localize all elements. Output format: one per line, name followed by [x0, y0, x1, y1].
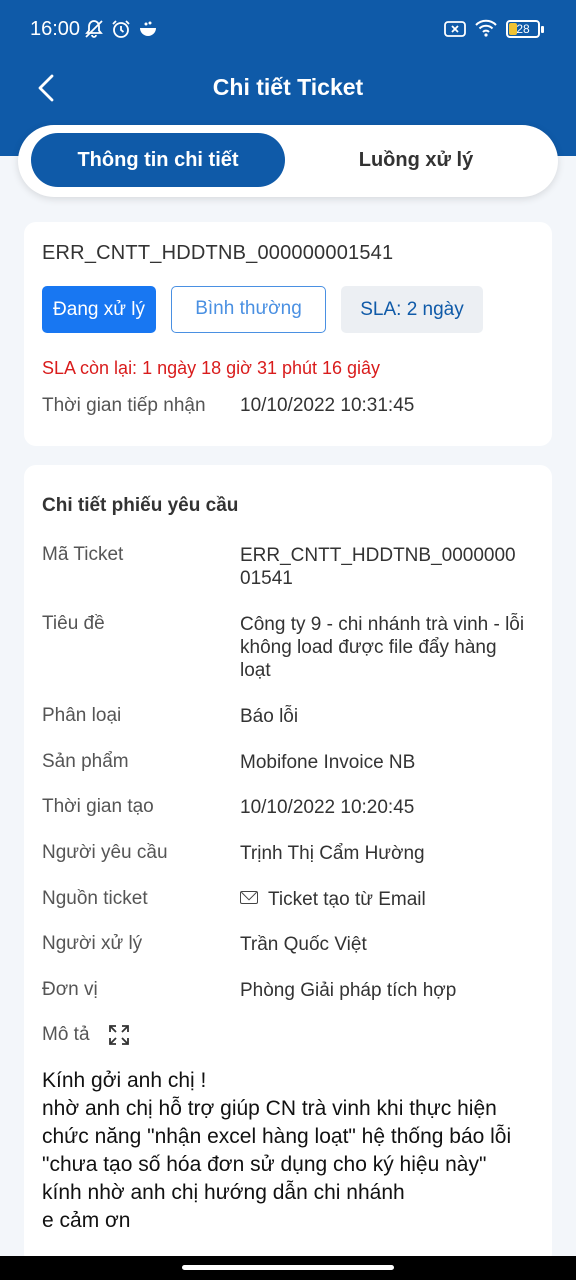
expand-icon[interactable]: [108, 1024, 130, 1046]
detail-label-product: Sản phẩm: [42, 751, 129, 772]
tab-bar: Thông tin chi tiết Luồng xử lý: [18, 125, 558, 197]
detail-value-created-time: 10/10/2022 10:20:45: [240, 797, 415, 818]
received-time-value: 10/10/2022 10:31:45: [240, 395, 415, 416]
received-time-label: Thời gian tiếp nhận: [42, 395, 206, 416]
wifi-icon: [475, 19, 497, 37]
page-title: Chi tiết Ticket: [212, 74, 364, 100]
detail-label-requester: Người yêu cầu: [42, 842, 168, 863]
sim-card-x-icon: [444, 21, 466, 37]
detail-value-source: Ticket tạo từ Email: [240, 888, 540, 911]
status-time: 16:00: [30, 18, 81, 40]
detail-value-ticket-code: ERR_CNTT_HDDTNB_0000000 01541: [240, 545, 516, 589]
detail-label-subject: Tiêu đề: [42, 613, 105, 634]
detail-value-category: Báo lỗi: [240, 706, 299, 727]
battery-icon: 28: [506, 20, 544, 38]
priority-badge: Bình thường: [171, 286, 326, 333]
detail-value-requester: Trịnh Thị Cẩm Hường: [240, 843, 425, 864]
detail-label-category: Phân loại: [42, 705, 122, 726]
mail-icon: [240, 891, 258, 905]
home-indicator[interactable]: [182, 1265, 394, 1270]
detail-label-created-time: Thời gian tạo: [42, 796, 154, 817]
app-notification-icon: [140, 21, 156, 36]
status-bar: 16:00 28: [0, 0, 576, 58]
ticket-details-card: Chi tiết phiếu yêu cầu Mã Ticket ERR_CNT…: [24, 465, 552, 1265]
detail-value-subject: Công ty 9 - chi nhánh trà vinh - lỗi khô…: [240, 614, 525, 681]
ticket-summary-card: ERR_CNTT_HDDTNB_000000001541 Đang xử lý …: [24, 222, 552, 446]
section-title: Chi tiết phiếu yêu cầu: [42, 495, 239, 516]
bell-off-icon: [85, 20, 103, 38]
battery-level: 28: [516, 22, 530, 36]
ticket-id: ERR_CNTT_HDDTNB_000000001541: [42, 242, 394, 264]
detail-value-handler: Trần Quốc Việt: [240, 934, 367, 955]
sla-remaining: SLA còn lại: 1 ngày 18 giờ 31 phút 16 gi…: [42, 358, 381, 378]
detail-value-department: Phòng Giải pháp tích hợp: [240, 980, 457, 1001]
source-text: Ticket tạo từ Email: [268, 889, 426, 910]
tab-process-flow[interactable]: Luồng xử lý: [289, 133, 543, 187]
sla-badge: SLA: 2 ngày: [341, 286, 483, 333]
alarm-icon: [112, 20, 130, 38]
detail-label-ticket-code: Mã Ticket: [42, 544, 124, 565]
tab-detail-info[interactable]: Thông tin chi tiết: [31, 133, 285, 187]
description-text: Kính gởi anh chị ! nhờ anh chị hỗ trợ gi…: [42, 1069, 512, 1232]
detail-label-source: Nguồn ticket: [42, 888, 148, 909]
detail-label-handler: Người xử lý: [42, 933, 143, 954]
system-navigation-bar: [0, 1256, 576, 1280]
detail-label-department: Đơn vị: [42, 979, 98, 1000]
status-badge: Đang xử lý: [42, 286, 156, 333]
description-label: Mô tả: [42, 1024, 90, 1045]
detail-value-product: Mobifone Invoice NB: [240, 752, 416, 773]
